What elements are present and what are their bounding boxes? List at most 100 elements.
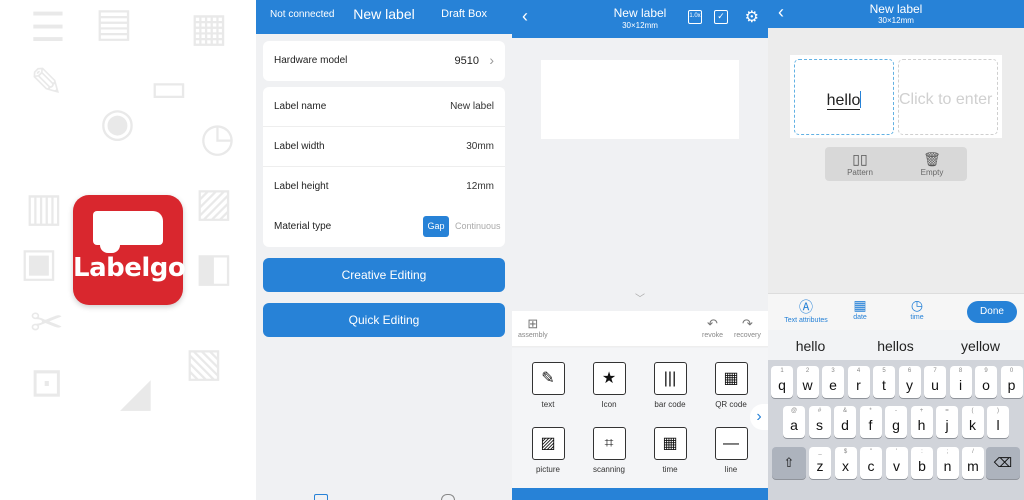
- quick-editing-button[interactable]: Quick Editing: [263, 303, 505, 337]
- key-b[interactable]: :b: [911, 447, 933, 479]
- trash-icon: 🗑: [923, 151, 941, 167]
- key-z[interactable]: _ z: [809, 447, 831, 479]
- continuous-option[interactable]: Continuous: [455, 221, 501, 231]
- date-label: date: [853, 314, 867, 321]
- setting-row[interactable]: Label name New label: [263, 87, 505, 127]
- gap-option[interactable]: Gap: [423, 216, 449, 237]
- tool-picture[interactable]: ▨ picture: [518, 427, 578, 474]
- assembly-button[interactable]: ⊞ assembly: [518, 316, 548, 339]
- header-bar: ‹ New label 30×12mm: [768, 0, 1024, 28]
- key-e[interactable]: 3e: [822, 366, 844, 398]
- shift-key[interactable]: ⇧: [772, 447, 806, 479]
- key-a[interactable]: @ a: [783, 406, 805, 438]
- revoke-label: revoke: [702, 332, 724, 339]
- draft-box-button[interactable]: Draft Box: [441, 8, 487, 20]
- hardware-label: Hardware model: [274, 55, 348, 66]
- settings-card: Label name New label Label width 30mm Label …: [263, 87, 505, 247]
- suggestion[interactable]: hellos: [853, 338, 938, 354]
- key-p[interactable]: 0p: [1000, 366, 1023, 398]
- tool-label: QR code: [715, 400, 747, 409]
- tool-line[interactable]: — line: [701, 427, 761, 474]
- key-j[interactable]: = j: [936, 406, 958, 438]
- decorative-icon: ◉: [100, 101, 135, 145]
- decorative-icon: ✎: [30, 61, 64, 105]
- material-label: Material type: [274, 221, 332, 232]
- decorative-icon: ◧: [195, 246, 233, 290]
- hardware-card[interactable]: Hardware model 9510 ›: [263, 41, 505, 81]
- undo-icon: ↶: [707, 316, 718, 331]
- splash-panel: ☰ ▤ ▦ ✎ ◉ ▭ ▥ ◷ ▨ ▣ ◧ ✂ ▧ ⊡ ◢ Labelgo: [0, 0, 256, 500]
- tool-icon[interactable]: ★ Icon: [579, 362, 639, 409]
- creative-editing-button[interactable]: Creative Editing: [263, 258, 505, 292]
- key-l[interactable]: ) l: [987, 406, 1009, 438]
- assembly-label: assembly: [518, 332, 548, 339]
- tool-qr-code[interactable]: ▦ QR code: [701, 362, 761, 409]
- clock-icon: ◷: [910, 297, 924, 313]
- backspace-key[interactable]: ⌫: [986, 447, 1020, 479]
- key-g[interactable]: -g: [885, 406, 907, 438]
- setting-value: New label: [450, 101, 494, 112]
- tool-text[interactable]: ✎ text: [518, 362, 578, 409]
- setting-row[interactable]: Label width 30mm: [263, 127, 505, 167]
- key-y[interactable]: 6y: [898, 366, 921, 398]
- key-k[interactable]: (k: [961, 406, 984, 438]
- date-button[interactable]: ▦ date: [843, 297, 877, 321]
- gear-icon[interactable]: ⚙: [745, 7, 759, 27]
- chevron-right-icon: ›: [489, 52, 494, 68]
- tab-icon[interactable]: [314, 494, 328, 500]
- key-f[interactable]: * f: [859, 406, 882, 438]
- check-icon[interactable]: ✓: [714, 10, 728, 24]
- cell-text: hello: [826, 92, 861, 110]
- label-settings-panel: Not connected New label Draft Box Hardwa…: [256, 0, 512, 500]
- key-c[interactable]: " c: [860, 447, 882, 479]
- tool-icon: ★: [592, 362, 626, 395]
- tool-label: bar code: [654, 400, 686, 409]
- pattern-button[interactable]: ▯▯ Pattern: [830, 151, 890, 177]
- label-canvas: hello Click to enter: [790, 55, 1002, 138]
- header-bar: Not connected New label Draft Box: [256, 0, 512, 34]
- key-d[interactable]: & d: [834, 406, 856, 438]
- tool-scanning[interactable]: ⌗ scanning: [579, 427, 639, 474]
- tab-icon[interactable]: [441, 494, 455, 500]
- revoke-button[interactable]: ↶ revoke: [702, 316, 723, 339]
- key-q[interactable]: 1q: [771, 366, 793, 398]
- text-cell[interactable]: Click to enter: [898, 59, 998, 135]
- text-edit-panel: ‹ New label 30×12mm hello Click to enter…: [768, 0, 1024, 500]
- key-x[interactable]: $ x: [834, 447, 857, 479]
- text-cell[interactable]: hello: [794, 59, 894, 135]
- empty-label: Empty: [920, 168, 944, 177]
- tool-label: picture: [535, 465, 560, 474]
- tool-label: scanning: [592, 465, 626, 474]
- tool-label: Icon: [601, 400, 617, 409]
- setting-value: 30mm: [466, 141, 494, 152]
- key-s[interactable]: # s: [808, 406, 831, 438]
- zoom-icon[interactable]: 1.0x: [688, 10, 702, 24]
- label-canvas[interactable]: [541, 60, 739, 139]
- done-button[interactable]: Done: [967, 301, 1017, 323]
- tool-time[interactable]: ▦ time: [640, 427, 700, 474]
- time-button[interactable]: ◷ time: [900, 297, 934, 321]
- key-m[interactable]: / m: [962, 447, 984, 479]
- key-w[interactable]: 2w: [796, 366, 819, 398]
- tool-icon: ✎: [531, 362, 565, 395]
- recovery-button[interactable]: ↷ recovery: [734, 316, 761, 339]
- suggestion[interactable]: hello: [768, 338, 853, 354]
- empty-button[interactable]: 🗑 Empty: [902, 151, 962, 177]
- key-i[interactable]: 8i: [949, 366, 972, 398]
- setting-label: Label height: [274, 181, 329, 192]
- key-r[interactable]: 4r: [847, 366, 870, 398]
- key-v[interactable]: ' v: [885, 447, 908, 479]
- tool-bar-code[interactable]: ||| bar code: [640, 362, 700, 409]
- key-h[interactable]: + h: [910, 406, 933, 438]
- text-attributes-button[interactable]: Ⓐ Text attributes: [776, 297, 836, 324]
- decorative-icon: ⊡: [30, 361, 64, 405]
- key-t[interactable]: 5t: [873, 366, 895, 398]
- suggestion[interactable]: yellow: [938, 338, 1023, 354]
- key-u[interactable]: 7u: [924, 366, 946, 398]
- key-n[interactable]: ; n: [936, 447, 959, 479]
- hardware-model-row[interactable]: Hardware model 9510 ›: [263, 41, 505, 81]
- setting-row[interactable]: Label height 12mm: [263, 167, 505, 207]
- chevron-down-icon[interactable]: ﹀: [512, 290, 768, 305]
- key-o[interactable]: 9o: [975, 366, 997, 398]
- cell-actions: ▯▯ Pattern 🗑 Empty: [825, 147, 967, 181]
